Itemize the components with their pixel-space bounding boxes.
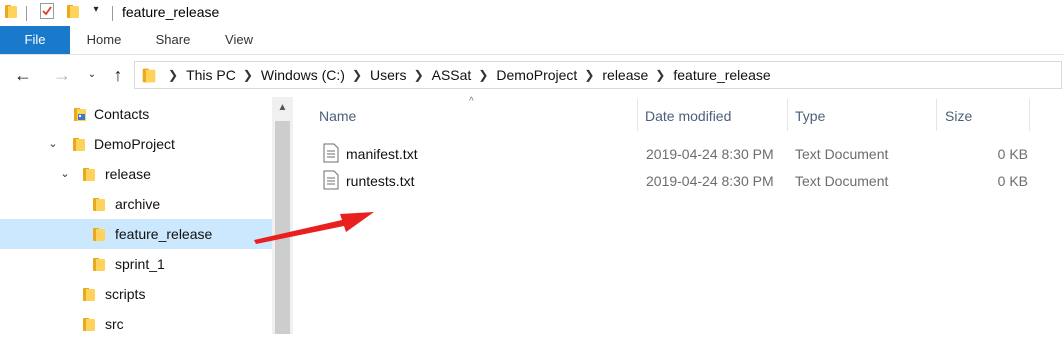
chevron-right-icon[interactable]: ❯ — [655, 68, 665, 82]
scroll-up-arrow-icon[interactable]: ▲ — [272, 97, 293, 119]
sidebar-item-src[interactable]: src — [0, 309, 272, 339]
tab-view[interactable]: View — [208, 26, 270, 54]
sidebar-item-label: archive — [115, 196, 161, 212]
file-size: 0 KB — [997, 146, 1028, 162]
folder-icon — [83, 168, 95, 181]
file-date-modified: 2019-04-24 8:30 PM — [646, 173, 774, 189]
file-row[interactable]: runtests.txt 2019-04-24 8:30 PM Text Doc… — [313, 168, 1053, 194]
address-bar[interactable]: ❯ This PC ❯ Windows (C:) ❯ Users ❯ ASSat… — [134, 61, 1062, 89]
title-bar: ▾ feature_release — [0, 0, 1064, 26]
annotation-arrow-icon — [254, 212, 374, 244]
sidebar-item-archive[interactable]: archive — [0, 189, 272, 219]
breadcrumb-users[interactable]: Users — [370, 67, 407, 83]
back-arrow-icon[interactable]: ← — [12, 64, 34, 86]
breadcrumb-this-pc[interactable]: This PC — [186, 67, 236, 83]
window-title: feature_release — [122, 4, 220, 20]
sort-ascending-icon: ^ — [469, 96, 474, 107]
breadcrumb-demoproject[interactable]: DemoProject — [496, 67, 577, 83]
sidebar-item-demoproject[interactable]: ⌄ DemoProject — [0, 129, 272, 159]
sidebar-item-label: release — [105, 166, 151, 182]
column-header-date-modified[interactable]: Date modified — [645, 97, 731, 131]
column-header-type[interactable]: Type — [795, 97, 825, 131]
folder-icon — [93, 228, 105, 241]
file-name: runtests.txt — [346, 173, 415, 189]
chevron-right-icon[interactable]: ❯ — [414, 68, 424, 82]
breadcrumb-windows-c[interactable]: Windows (C:) — [261, 67, 345, 83]
folder-icon — [93, 258, 105, 271]
new-folder-icon[interactable] — [67, 5, 79, 18]
folder-icon — [83, 288, 95, 301]
toolbar-separator — [26, 6, 27, 21]
sidebar-item-label: src — [105, 316, 124, 332]
file-type: Text Document — [795, 173, 889, 189]
folder-icon — [5, 5, 17, 18]
up-arrow-icon[interactable]: ↑ — [107, 64, 129, 86]
sidebar-item-release[interactable]: ⌄ release — [0, 159, 272, 189]
forward-arrow-icon[interactable]: → — [51, 64, 73, 86]
ribbon-tabs: File Home Share View — [0, 26, 1064, 55]
toolbar-separator — [112, 6, 113, 21]
file-type: Text Document — [795, 146, 889, 162]
tab-share[interactable]: Share — [138, 26, 208, 54]
column-divider[interactable] — [637, 99, 638, 131]
chevron-right-icon[interactable]: ❯ — [168, 68, 178, 82]
sidebar-item-scripts[interactable]: scripts — [0, 279, 272, 309]
navigation-bar: ← → ⌄ ↑ ❯ This PC ❯ Windows (C:) ❯ Users… — [0, 55, 1064, 97]
breadcrumb-feature-release[interactable]: feature_release — [673, 67, 770, 83]
tab-file[interactable]: File — [0, 26, 70, 54]
file-date-modified: 2019-04-24 8:30 PM — [646, 146, 774, 162]
column-divider[interactable] — [936, 99, 937, 131]
chevron-right-icon[interactable]: ❯ — [352, 68, 362, 82]
column-divider[interactable] — [787, 99, 788, 131]
breadcrumb-assat[interactable]: ASSat — [432, 67, 472, 83]
file-size: 0 KB — [997, 173, 1028, 189]
chevron-right-icon[interactable]: ❯ — [243, 68, 253, 82]
file-name: manifest.txt — [346, 146, 418, 162]
contacts-icon — [74, 108, 86, 121]
chevron-down-icon[interactable]: ⌄ — [58, 159, 72, 189]
sidebar-item-sprint-1[interactable]: sprint_1 — [0, 249, 272, 279]
chevron-right-icon[interactable]: ❯ — [478, 68, 488, 82]
properties-icon[interactable] — [40, 3, 54, 19]
column-divider[interactable] — [1029, 99, 1030, 131]
column-header-name[interactable]: Name — [319, 97, 356, 131]
folder-icon — [142, 68, 156, 82]
sidebar-item-label: scripts — [105, 286, 146, 302]
text-file-icon — [323, 170, 339, 190]
navigation-pane: Contacts ⌄ DemoProject ⌄ release archive… — [0, 97, 272, 334]
folder-icon — [83, 318, 95, 331]
chevron-right-icon[interactable]: ❯ — [584, 68, 594, 82]
customize-toolbar-dropdown-icon[interactable]: ▾ — [89, 4, 103, 15]
sidebar-item-label: feature_release — [115, 226, 213, 242]
folder-icon — [73, 138, 85, 151]
chevron-down-icon[interactable]: ⌄ — [46, 129, 60, 159]
sidebar-item-label: Contacts — [94, 106, 150, 122]
sidebar-item-label: sprint_1 — [115, 256, 165, 272]
tab-home[interactable]: Home — [70, 26, 138, 54]
recent-locations-chevron-icon[interactable]: ⌄ — [84, 64, 100, 86]
text-file-icon — [323, 143, 339, 163]
file-row[interactable]: manifest.txt 2019-04-24 8:30 PM Text Doc… — [313, 141, 1053, 167]
breadcrumb-release[interactable]: release — [602, 67, 648, 83]
sidebar-item-contacts[interactable]: Contacts — [0, 99, 272, 129]
column-header-size[interactable]: Size — [945, 97, 972, 131]
sidebar-item-feature-release[interactable]: feature_release — [0, 219, 272, 249]
folder-icon — [93, 198, 105, 211]
file-list: ^ Name Date modified Type Size manifest.… — [293, 96, 1064, 334]
sidebar-item-label: DemoProject — [94, 136, 175, 152]
